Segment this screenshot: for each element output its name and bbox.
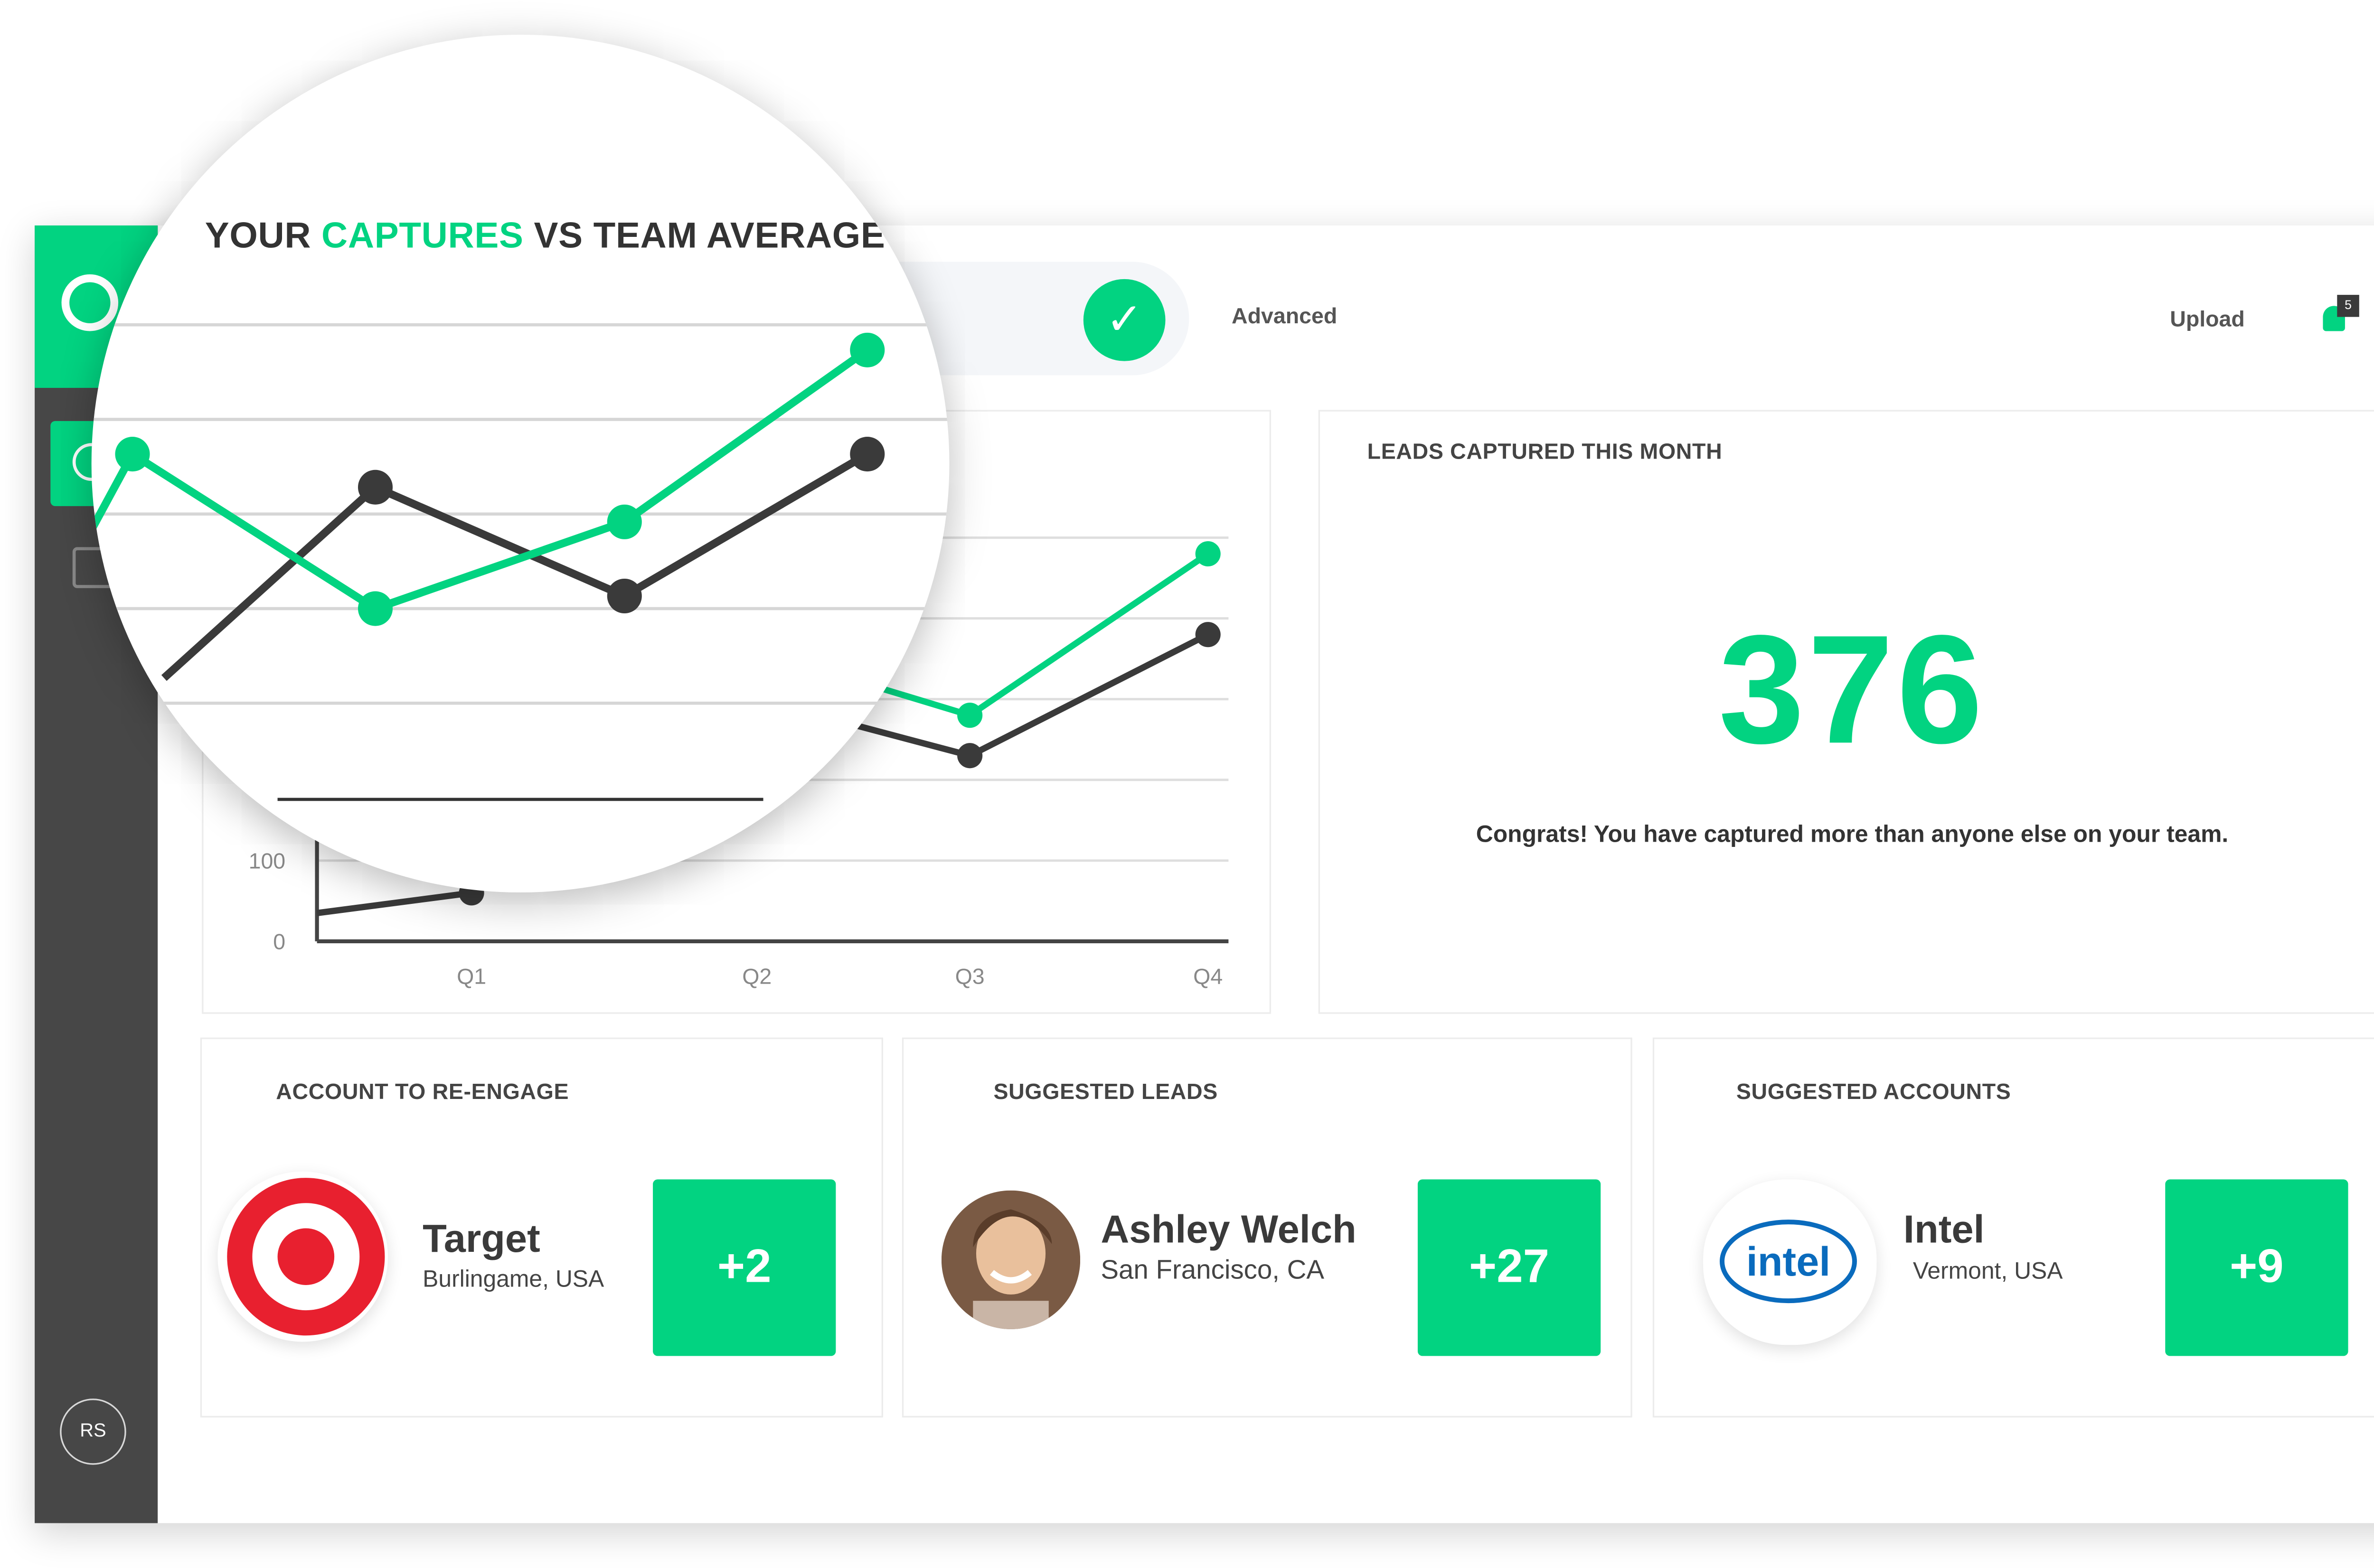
title-accent: CAPTURES <box>321 214 524 256</box>
suggested-accounts-title: SUGGESTED ACCOUNTS <box>1736 1078 2011 1104</box>
svg-text:intel: intel <box>1746 1239 1831 1285</box>
advanced-search-link[interactable]: Advanced <box>1232 303 1337 328</box>
upload-button[interactable]: Upload <box>2170 306 2245 331</box>
reengage-title: ACCOUNT TO RE-ENGAGE <box>276 1078 569 1104</box>
data-point <box>358 591 393 626</box>
notifications-button[interactable]: 5 <box>2318 295 2359 338</box>
data-point <box>957 743 983 769</box>
suggested-accounts-card: SUGGESTED ACCOUNTS intel Intel Vermont, … <box>1652 1037 2374 1418</box>
reengage-score-button[interactable]: +2 <box>653 1179 836 1356</box>
data-point <box>957 703 983 728</box>
search-submit-button[interactable]: ✓ <box>1083 279 1166 361</box>
check-icon: ✓ <box>1106 295 1143 344</box>
data-point <box>607 504 642 539</box>
leads-captured-card: LEADS CAPTURED THIS MONTH 376 Congrats! … <box>1318 410 2374 1014</box>
x-tick-label: Q1 <box>457 964 486 989</box>
lead-avatar <box>941 1190 1081 1329</box>
leads-captured-value: 376 <box>1718 602 1986 776</box>
notification-count: 5 <box>2337 295 2359 317</box>
reengage-location: Burlingame, USA <box>423 1266 604 1293</box>
suggested-leads-card: SUGGESTED LEADS Ashley Welch San Francis… <box>902 1037 1632 1418</box>
person-photo-icon <box>941 1190 1081 1329</box>
leads-captured-title: LEADS CAPTURED THIS MONTH <box>1367 438 1723 464</box>
title-prefix: YOUR <box>205 214 322 256</box>
x-tick-label: Q2 <box>742 964 772 989</box>
lead-score-button[interactable]: +27 <box>1417 1179 1601 1356</box>
user-avatar[interactable]: RS <box>60 1399 126 1465</box>
chart-magnifier: YOUR CAPTURES VS TEAM AVERAGE <box>91 35 950 892</box>
account-name[interactable]: Intel <box>1903 1208 1985 1253</box>
x-tick-label: Q4 <box>1193 964 1223 989</box>
data-point <box>115 437 150 472</box>
y-tick-label: 0 <box>273 929 285 954</box>
data-point <box>358 469 393 505</box>
account-score-button[interactable]: +9 <box>2165 1179 2348 1356</box>
data-point <box>607 578 642 614</box>
reengage-name[interactable]: Target <box>423 1217 540 1263</box>
lead-name[interactable]: Ashley Welch <box>1101 1208 1356 1253</box>
series-line <box>91 347 870 613</box>
captures-chart-title: YOUR CAPTURES VS TEAM AVERAGE <box>205 215 886 257</box>
target-logo-icon <box>227 1178 385 1336</box>
title-suffix: VS TEAM AVERAGE <box>523 214 886 256</box>
intel-logo: intel <box>1703 1179 1877 1345</box>
suggested-leads-title: SUGGESTED LEADS <box>993 1078 1218 1104</box>
intel-logo-icon: intel <box>1719 1220 1857 1304</box>
data-point <box>850 437 885 472</box>
captures-line-chart-zoomed <box>91 323 950 801</box>
lead-location: San Francisco, CA <box>1101 1255 1325 1285</box>
data-point <box>1195 622 1221 648</box>
target-logo <box>217 1171 388 1342</box>
account-location: Vermont, USA <box>1912 1258 2063 1285</box>
reengage-card: ACCOUNT TO RE-ENGAGE Target Burlingame, … <box>200 1037 883 1418</box>
x-tick-label: Q3 <box>955 964 985 989</box>
data-point <box>850 332 885 367</box>
data-point <box>1195 541 1221 567</box>
series-line <box>161 451 869 681</box>
leads-captured-message: Congrats! You have captured more than an… <box>1476 821 2229 848</box>
